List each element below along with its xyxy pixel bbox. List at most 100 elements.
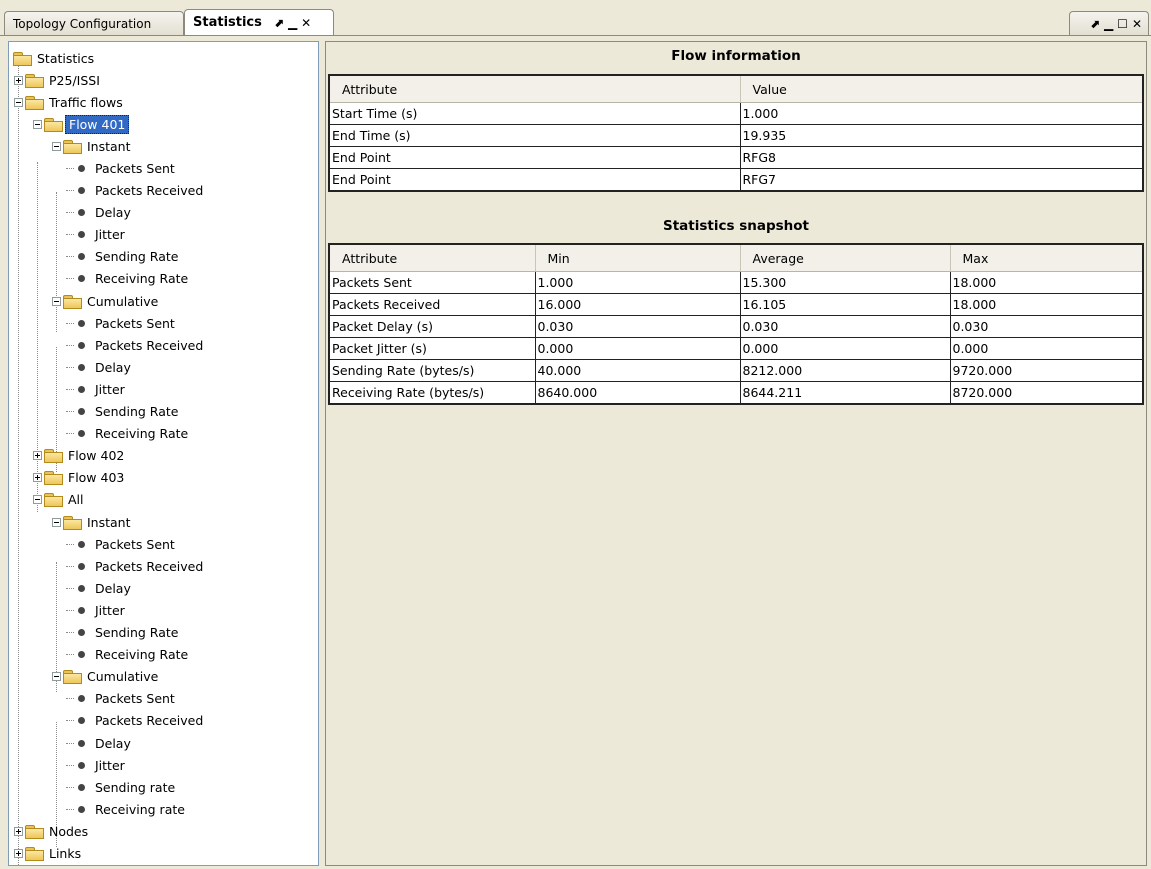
table-row[interactable]: Start Time (s) 1.000 bbox=[330, 102, 1142, 125]
column-header-average[interactable]: Average bbox=[740, 245, 951, 272]
tree-leaf-delay[interactable]: Delay bbox=[66, 356, 134, 378]
tree-folder-p25-issi[interactable]: P25/ISSI bbox=[14, 69, 103, 91]
statistics-tree[interactable]: Statistics P25/ISSI Traffic flows Flow 401… bbox=[8, 41, 319, 866]
column-header-min[interactable]: Min bbox=[535, 245, 741, 272]
tree-leaf-jitter[interactable]: Jitter bbox=[66, 599, 128, 621]
tree-leaf-sending-rate[interactable]: Sending Rate bbox=[66, 246, 181, 268]
table-row[interactable]: Sending Rate (bytes/s) 40.000 8212.000 9720… bbox=[330, 359, 1142, 382]
tree-folder-instant[interactable]: Instant bbox=[52, 511, 134, 533]
tree-leaf-delay[interactable]: Delay bbox=[66, 577, 134, 599]
minimize-icon[interactable]: ▁ bbox=[1104, 17, 1113, 31]
statistic-bullet-icon bbox=[78, 341, 85, 349]
tree-leaf-packets-received[interactable]: Packets Received bbox=[66, 555, 206, 577]
tree-folder-cumulative[interactable]: Cumulative bbox=[52, 290, 161, 312]
table-row[interactable]: Receiving Rate (bytes/s) 8640.000 8644.211… bbox=[330, 381, 1142, 403]
tree-leaf-packets-received[interactable]: Packets Received bbox=[66, 334, 206, 356]
collapse-icon[interactable] bbox=[52, 672, 61, 682]
tree-leaf-sending-rate[interactable]: Sending Rate bbox=[66, 622, 181, 644]
tree-leaf-receiving-rate[interactable]: Receiving Rate bbox=[66, 268, 191, 290]
tree-root[interactable]: Statistics bbox=[13, 47, 97, 69]
cell-value: RFG7 bbox=[742, 172, 777, 187]
table-row[interactable]: Packet Jitter (s) 0.000 0.000 0.000 bbox=[330, 337, 1142, 360]
column-header-attribute[interactable]: Attribute bbox=[330, 245, 536, 272]
tree-node-label: Packets Received bbox=[95, 337, 204, 353]
tree-leaf-packets-sent[interactable]: Packets Sent bbox=[66, 312, 178, 334]
expand-icon[interactable] bbox=[33, 451, 42, 461]
tree-node-label: Jitter bbox=[95, 757, 125, 773]
collapse-icon[interactable] bbox=[14, 97, 23, 107]
tree-leaf-sending-rate[interactable]: Sending rate bbox=[66, 776, 178, 798]
maximize-icon[interactable]: ☐ bbox=[1117, 17, 1128, 31]
tree-leaf-sending-rate[interactable]: Sending Rate bbox=[66, 401, 181, 423]
tab-statistics[interactable]: Statistics ⬈ ▁ ✕ bbox=[184, 9, 334, 35]
table-row[interactable]: Packet Delay (s) 0.030 0.030 0.030 bbox=[330, 315, 1142, 338]
column-header-attribute[interactable]: Attribute bbox=[330, 76, 741, 103]
tree-folder-flow-401[interactable]: Flow 401 bbox=[33, 113, 130, 135]
tree-folder-cumulative[interactable]: Cumulative bbox=[52, 666, 161, 688]
tree-connector bbox=[66, 256, 74, 258]
tree-connector bbox=[66, 322, 74, 324]
collapse-icon[interactable] bbox=[52, 517, 61, 527]
tree-leaf-jitter[interactable]: Jitter bbox=[66, 378, 128, 400]
cell-max: 0.000 bbox=[950, 337, 1142, 360]
tree-leaf-packets-received[interactable]: Packets Received bbox=[66, 180, 206, 202]
cell-max: 9720.000 bbox=[950, 359, 1142, 382]
column-header-value[interactable]: Value bbox=[740, 76, 1142, 103]
table-row[interactable]: Packets Received 16.000 16.105 18.000 bbox=[330, 293, 1142, 316]
expand-icon[interactable] bbox=[14, 826, 23, 836]
tree-leaf-packets-sent[interactable]: Packets Sent bbox=[66, 533, 178, 555]
column-header-max[interactable]: Max bbox=[950, 245, 1142, 272]
tab-label: Statistics bbox=[193, 15, 262, 30]
tree-node-label: Delay bbox=[95, 205, 131, 221]
expand-icon[interactable] bbox=[33, 473, 42, 483]
tree-folder-instant[interactable]: Instant bbox=[52, 135, 134, 157]
tree-leaf-receiving-rate[interactable]: Receiving Rate bbox=[66, 644, 191, 666]
tree-node-label: Sending Rate bbox=[95, 625, 179, 640]
tree-leaf-jitter[interactable]: Jitter bbox=[66, 754, 128, 776]
statistic-bullet-icon bbox=[78, 408, 85, 415]
tree-node-label: Delay bbox=[95, 359, 131, 375]
table-row[interactable]: End Point RFG8 bbox=[330, 146, 1142, 169]
tree-leaf-delay[interactable]: Delay bbox=[66, 202, 134, 224]
tree-folder-flow-403[interactable]: Flow 403 bbox=[33, 467, 127, 489]
expand-icon[interactable] bbox=[14, 849, 23, 858]
tree-folder-nodes[interactable]: Nodes bbox=[14, 820, 91, 842]
tree-folder-flow-402[interactable]: Flow 402 bbox=[33, 445, 127, 467]
float-icon[interactable]: ⬈ bbox=[1090, 17, 1100, 31]
snapshot-table: Attribute Min Average Max Packets Sent 1.… bbox=[328, 243, 1144, 405]
tree-connector bbox=[66, 632, 74, 633]
collapse-icon[interactable] bbox=[33, 119, 42, 129]
folder-icon bbox=[25, 824, 44, 839]
tree-folder-links[interactable]: Links bbox=[14, 843, 84, 865]
table-row[interactable]: End Time (s) 19.935 bbox=[330, 124, 1142, 147]
tree-folder-traffic-flows[interactable]: Traffic flows bbox=[14, 91, 126, 113]
collapse-icon[interactable] bbox=[33, 495, 42, 505]
statistic-bullet-icon bbox=[78, 717, 85, 725]
view-controls: ⬈ ▁ ☐ ✕ bbox=[1069, 11, 1149, 35]
table-row[interactable]: End Point RFG7 bbox=[330, 168, 1142, 190]
float-icon[interactable]: ⬈ bbox=[274, 16, 284, 30]
expand-icon[interactable] bbox=[14, 75, 23, 85]
tree-connector bbox=[66, 167, 74, 169]
tree-connector bbox=[66, 344, 74, 346]
tree-leaf-jitter[interactable]: Jitter bbox=[66, 224, 128, 246]
tree-leaf-packets-sent[interactable]: Packets Sent bbox=[66, 157, 178, 179]
tree-leaf-delay[interactable]: Delay bbox=[66, 732, 134, 754]
tab-topology-configuration[interactable]: Topology Configuration bbox=[4, 11, 184, 35]
minimize-icon[interactable]: ▁ bbox=[288, 16, 297, 30]
table-row[interactable]: Packets Sent 1.000 15.300 18.000 bbox=[330, 271, 1142, 294]
close-icon[interactable]: ✕ bbox=[1132, 17, 1142, 31]
tree-node-label: Delay bbox=[95, 735, 131, 751]
tree-leaf-receiving-rate[interactable]: Receiving Rate bbox=[66, 423, 191, 445]
collapse-icon[interactable] bbox=[52, 141, 61, 151]
tree-leaf-packets-sent[interactable]: Packets Sent bbox=[66, 688, 178, 710]
cell-attribute: End Point bbox=[330, 146, 741, 169]
tree-leaf-receiving-rate[interactable]: Receiving rate bbox=[66, 798, 188, 820]
statistic-bullet-icon bbox=[78, 430, 85, 438]
folder-icon bbox=[63, 670, 82, 685]
collapse-icon[interactable] bbox=[52, 296, 61, 306]
tree-leaf-packets-received[interactable]: Packets Received bbox=[66, 710, 206, 732]
close-icon[interactable]: ✕ bbox=[301, 16, 311, 30]
tree-folder-all[interactable]: All bbox=[33, 489, 87, 511]
cell-attribute: Packet Delay (s) bbox=[330, 315, 536, 338]
